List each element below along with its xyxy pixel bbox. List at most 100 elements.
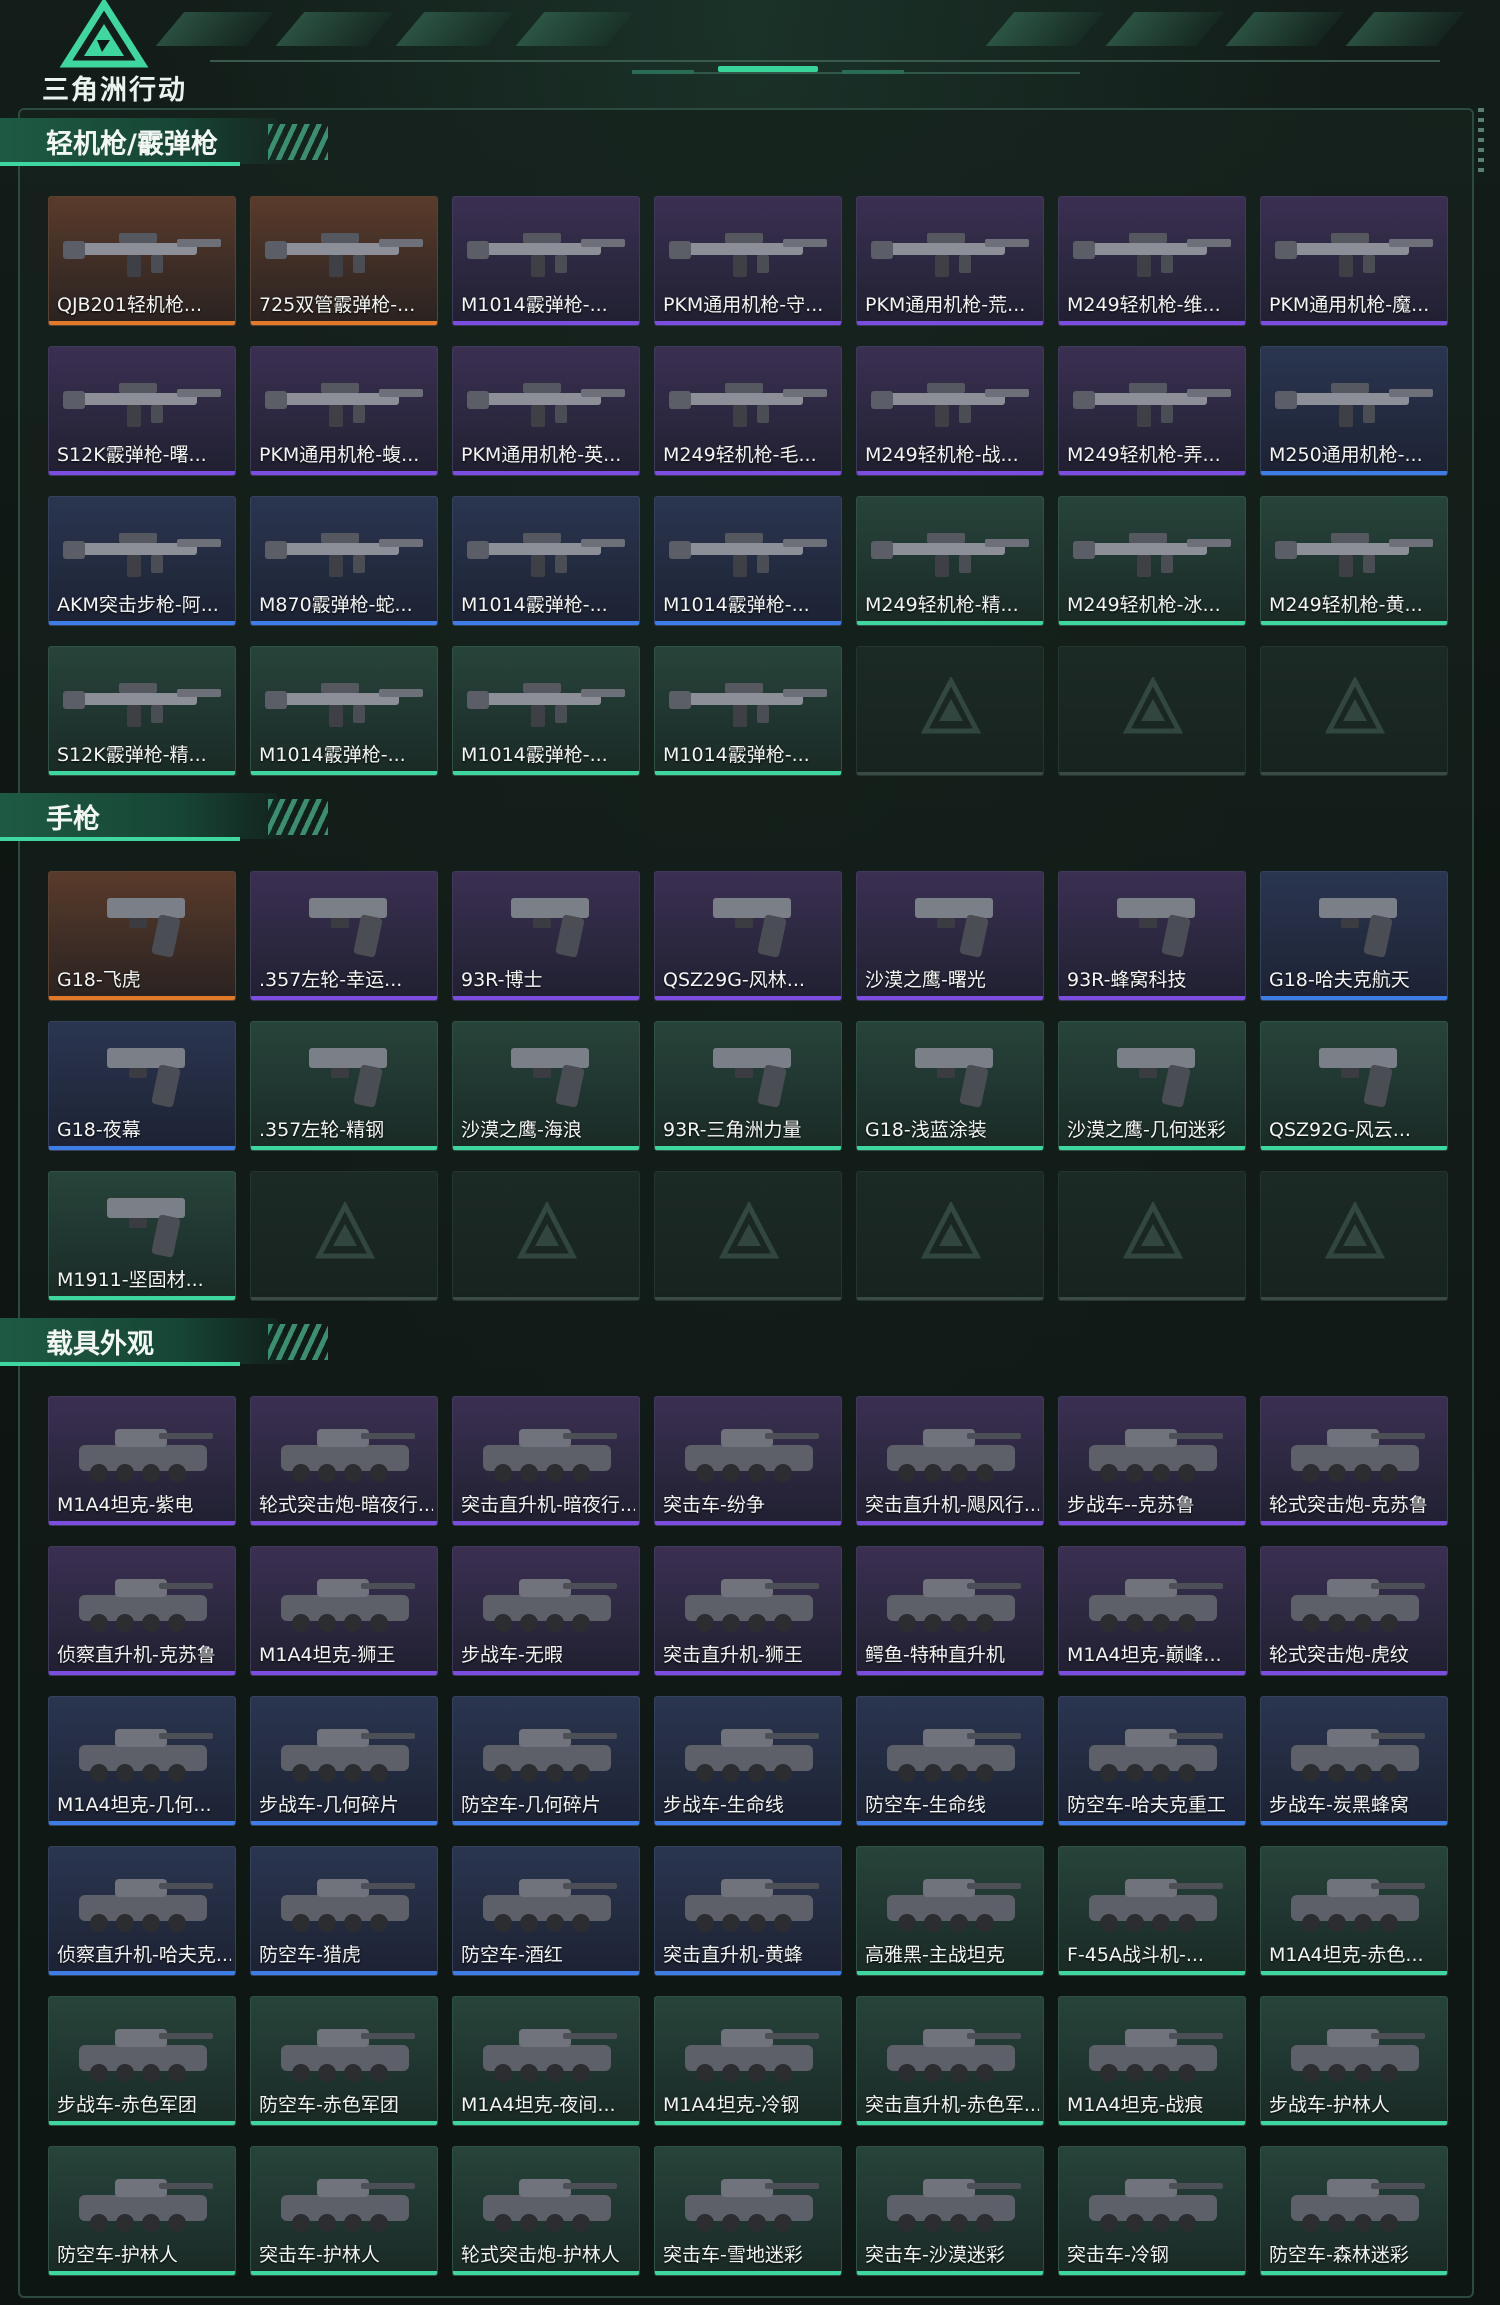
item-card[interactable]: M1A4坦克-冷钢 (654, 1996, 842, 2126)
item-card[interactable]: 93R-三角洲力量 (654, 1021, 842, 1151)
item-card[interactable]: M249轻机枪-维... (1058, 196, 1246, 326)
item-card[interactable]: QJB201轻机枪... (48, 196, 236, 326)
item-card[interactable]: G18-飞虎 (48, 871, 236, 1001)
item-card[interactable]: 轮式突击炮-暗夜行... (250, 1396, 438, 1526)
vehicle-image (887, 2029, 1021, 2082)
item-card[interactable]: 鳄鱼-特种直升机 (856, 1546, 1044, 1676)
item-card[interactable]: 步战车-炭黑蜂窝 (1260, 1696, 1448, 1826)
item-card[interactable]: M1014霰弹枪-... (452, 196, 640, 326)
pistol-image (915, 1048, 993, 1108)
item-label: 防空车-几何碎片 (461, 1794, 601, 1816)
item-card[interactable]: 步战车-护林人 (1260, 1996, 1448, 2126)
item-card[interactable]: PKM通用机枪-守... (654, 196, 842, 326)
item-card[interactable]: M1A4坦克-巅峰... (1058, 1546, 1246, 1676)
item-card[interactable]: 防空车-几何碎片 (452, 1696, 640, 1826)
item-card[interactable]: G18-哈夫克航天 (1260, 871, 1448, 1001)
vehicle-image (483, 2029, 617, 2082)
item-label: PKM通用机枪-守... (663, 294, 824, 316)
item-card[interactable]: M1A4坦克-几何... (48, 1696, 236, 1826)
item-card[interactable]: 突击直升机-狮王 (654, 1546, 842, 1676)
item-card[interactable]: 步战车-生命线 (654, 1696, 842, 1826)
item-card[interactable]: M1014霰弹枪-... (250, 646, 438, 776)
item-card[interactable]: PKM通用机枪-魔... (1260, 196, 1448, 326)
item-card[interactable]: M1014霰弹枪-... (654, 496, 842, 626)
item-card[interactable]: 防空车-赤色军团 (250, 1996, 438, 2126)
item-card[interactable]: M1A4坦克-紫电 (48, 1396, 236, 1526)
item-card[interactable]: 防空车-护林人 (48, 2146, 236, 2276)
vehicle-image (79, 1429, 213, 1482)
item-card[interactable]: 沙漠之鹰-曙光 (856, 871, 1044, 1001)
item-card[interactable]: G18-夜幕 (48, 1021, 236, 1151)
item-card[interactable]: 轮式突击炮-克苏鲁 (1260, 1396, 1448, 1526)
item-card[interactable]: .357左轮-精钢 (250, 1021, 438, 1151)
item-card[interactable]: G18-浅蓝涂装 (856, 1021, 1044, 1151)
rarity-bar (49, 1671, 235, 1675)
item-card[interactable]: 突击车-护林人 (250, 2146, 438, 2276)
weapon-image (265, 683, 423, 727)
rarity-bar (655, 1146, 841, 1150)
item-card[interactable]: 步战车-赤色军团 (48, 1996, 236, 2126)
item-card[interactable]: M249轻机枪-弄... (1058, 346, 1246, 476)
item-card[interactable]: 突击车-纷争 (654, 1396, 842, 1526)
item-card[interactable]: M1014霰弹枪-... (452, 646, 640, 776)
item-card[interactable]: M249轻机枪-毛... (654, 346, 842, 476)
item-card[interactable]: 防空车-森林迷彩 (1260, 2146, 1448, 2276)
item-card[interactable]: 侦察直升机-克苏鲁 (48, 1546, 236, 1676)
scrollbar-handle[interactable] (1478, 108, 1484, 178)
item-card[interactable]: 防空车-生命线 (856, 1696, 1044, 1826)
item-card[interactable]: 沙漠之鹰-海浪 (452, 1021, 640, 1151)
item-card[interactable]: QSZ92G-风云... (1260, 1021, 1448, 1151)
item-card[interactable]: 高雅黑-主战坦克 (856, 1846, 1044, 1976)
item-card[interactable]: M1A4坦克-狮王 (250, 1546, 438, 1676)
item-card[interactable]: M249轻机枪-黄... (1260, 496, 1448, 626)
item-card[interactable]: 725双管霰弹枪-... (250, 196, 438, 326)
item-card[interactable]: QSZ29G-风林... (654, 871, 842, 1001)
item-label: M249轻机枪-战... (865, 444, 1019, 466)
item-card[interactable]: M1A4坦克-夜间... (452, 1996, 640, 2126)
item-card[interactable]: 防空车-哈夫克重工 (1058, 1696, 1246, 1826)
item-card[interactable]: M249轻机枪-冰... (1058, 496, 1246, 626)
item-card[interactable]: F-45A战斗机-... (1058, 1846, 1246, 1976)
item-card[interactable]: 突击直升机-暗夜行... (452, 1396, 640, 1526)
weapon-image (265, 533, 423, 577)
item-card[interactable]: 侦察直升机-哈夫克... (48, 1846, 236, 1976)
item-card[interactable]: 步战车-无暇 (452, 1546, 640, 1676)
item-card[interactable]: 突击车-冷钢 (1058, 2146, 1246, 2276)
rarity-bar (1059, 1521, 1245, 1525)
item-card[interactable]: M1A4坦克-赤色... (1260, 1846, 1448, 1976)
item-card[interactable]: M1014霰弹枪-... (452, 496, 640, 626)
item-card[interactable]: 步战车-几何碎片 (250, 1696, 438, 1826)
item-card[interactable]: M1911-坚固材... (48, 1171, 236, 1301)
rarity-bar (1059, 471, 1245, 475)
item-card[interactable]: M250通用机枪-... (1260, 346, 1448, 476)
item-card[interactable]: 93R-蜂窝科技 (1058, 871, 1246, 1001)
item-card[interactable]: 突击直升机-飓风行... (856, 1396, 1044, 1526)
item-label: 突击直升机-狮王 (663, 1644, 803, 1666)
item-card[interactable]: M249轻机枪-精... (856, 496, 1044, 626)
item-card[interactable]: PKM通用机枪-英... (452, 346, 640, 476)
item-card[interactable]: 防空车-酒红 (452, 1846, 640, 1976)
item-card[interactable]: 轮式突击炮-护林人 (452, 2146, 640, 2276)
item-card[interactable]: M249轻机枪-战... (856, 346, 1044, 476)
item-card[interactable]: AKM突击步枪-阿... (48, 496, 236, 626)
item-card[interactable]: M1014霰弹枪-... (654, 646, 842, 776)
item-card[interactable]: 防空车-猎虎 (250, 1846, 438, 1976)
item-card[interactable]: 突击车-沙漠迷彩 (856, 2146, 1044, 2276)
item-card[interactable]: S12K霰弹枪-曙... (48, 346, 236, 476)
item-card[interactable]: PKM通用机枪-蝮... (250, 346, 438, 476)
item-card[interactable]: 步战车--克苏鲁 (1058, 1396, 1246, 1526)
item-card[interactable]: 93R-博士 (452, 871, 640, 1001)
item-card[interactable]: 突击直升机-黄蜂 (654, 1846, 842, 1976)
item-card[interactable]: M1A4坦克-战痕 (1058, 1996, 1246, 2126)
item-card[interactable]: PKM通用机枪-荒... (856, 196, 1044, 326)
item-card[interactable]: M870霰弹枪-蛇... (250, 496, 438, 626)
item-card[interactable]: 沙漠之鹰-几何迷彩 (1058, 1021, 1246, 1151)
rarity-bar (1059, 321, 1245, 325)
item-card[interactable]: 突击车-雪地迷彩 (654, 2146, 842, 2276)
item-card[interactable]: S12K霰弹枪-精... (48, 646, 236, 776)
item-card[interactable]: .357左轮-幸运... (250, 871, 438, 1001)
item-card[interactable]: 轮式突击炮-虎纹 (1260, 1546, 1448, 1676)
delta-emblem-icon (1123, 677, 1183, 734)
item-card[interactable]: 突击直升机-赤色军... (856, 1996, 1044, 2126)
rarity-bar (251, 771, 437, 775)
